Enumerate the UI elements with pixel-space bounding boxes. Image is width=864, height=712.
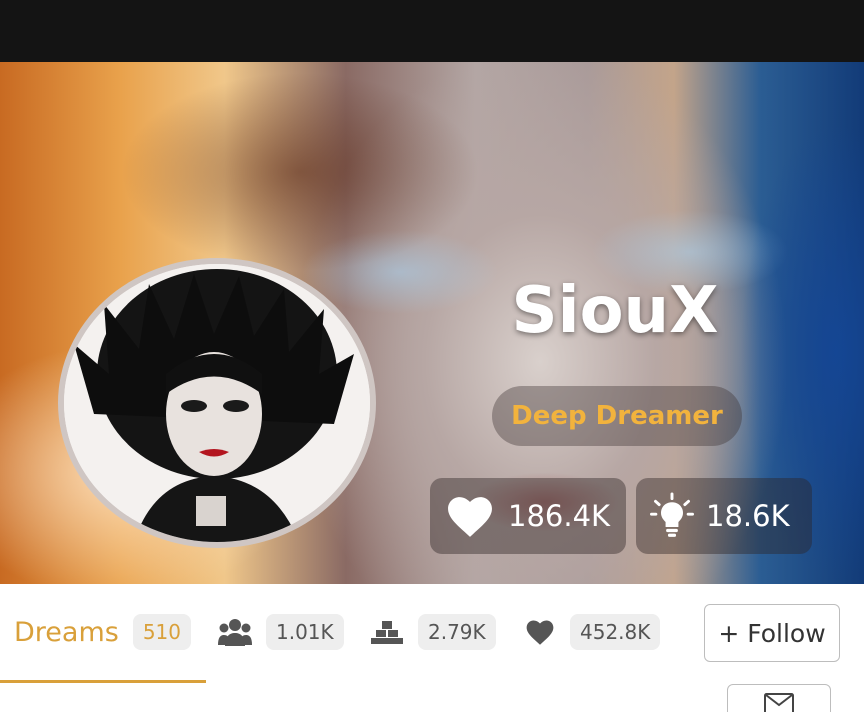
tab-dreams[interactable]: Dreams 510 xyxy=(14,614,192,650)
envelope-icon xyxy=(764,693,794,712)
top-bar xyxy=(0,0,864,62)
heart-icon xyxy=(448,497,492,537)
ideas-value: 18.6K xyxy=(706,499,790,533)
banner-hair xyxy=(120,72,480,272)
likes-stat[interactable]: 452.8K xyxy=(524,614,661,650)
active-tab-indicator xyxy=(0,680,206,683)
tab-dreams-label: Dreams xyxy=(14,616,119,648)
avatar-image xyxy=(64,264,370,542)
follow-button[interactable]: + Follow xyxy=(704,604,840,662)
message-button[interactable] xyxy=(727,684,831,712)
ranking-icon xyxy=(371,621,403,644)
followers-stat[interactable]: 1.01K xyxy=(218,614,344,650)
likes-count: 452.8K xyxy=(570,614,661,650)
profile-banner: SiouX Deep Dreamer 186.4K 18.6K xyxy=(0,62,864,584)
dreams-count-badge: 510 xyxy=(132,614,192,650)
likes-received-stat[interactable]: 186.4K xyxy=(430,478,626,554)
lightbulb-icon xyxy=(650,492,694,537)
followers-count: 1.01K xyxy=(266,614,344,650)
avatar[interactable] xyxy=(58,258,376,548)
followers-icon xyxy=(218,619,252,646)
rank-badge: Deep Dreamer xyxy=(492,386,742,446)
profile-name: SiouX xyxy=(511,274,719,348)
ranking-count: 2.79K xyxy=(418,614,496,650)
ideas-stat[interactable]: 18.6K xyxy=(636,478,812,554)
profile-info-bar: Dreams 510 1.01K 2.79K 452.8K + Follow xyxy=(0,584,864,712)
ranking-stat[interactable]: 2.79K xyxy=(370,614,496,650)
heart-icon xyxy=(526,620,554,645)
likes-received-value: 186.4K xyxy=(508,499,611,533)
rank-label: Deep Dreamer xyxy=(511,401,723,431)
